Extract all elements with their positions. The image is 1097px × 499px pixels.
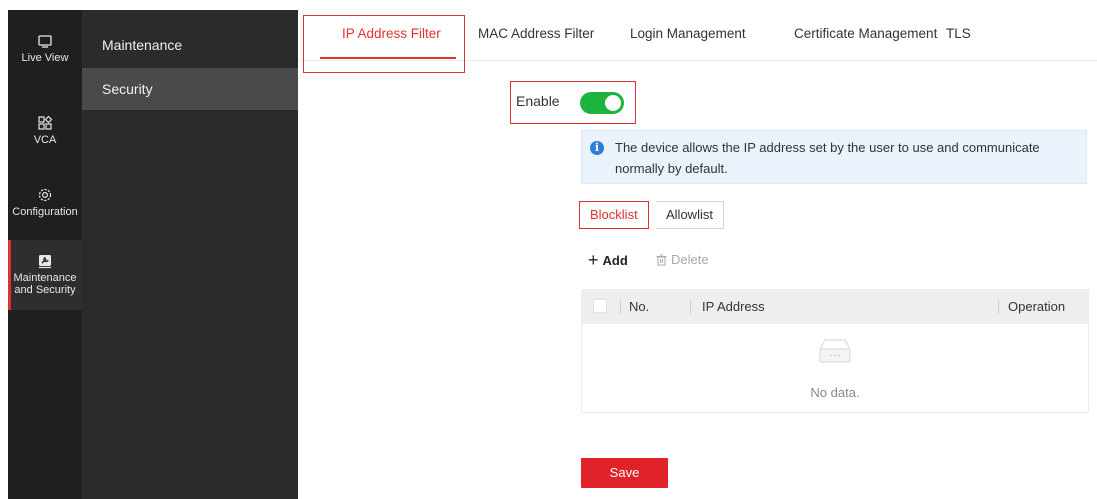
nav-maintenance-security[interactable]: Maintenance and Security <box>8 240 82 310</box>
grid-icon <box>38 115 53 130</box>
enable-toggle[interactable] <box>580 92 624 114</box>
save-button[interactable]: Save <box>581 458 668 488</box>
wrench-icon <box>39 255 51 269</box>
column-separator <box>620 300 621 314</box>
add-button[interactable]: + Add <box>588 251 628 270</box>
add-label: Add <box>602 253 628 268</box>
table-header: No. IP Address Operation <box>582 290 1088 324</box>
monitor-icon <box>38 35 52 48</box>
column-header-operation: Operation <box>1008 299 1066 314</box>
info-text-line1: The device allows the IP address set by … <box>615 140 1040 155</box>
nav-configuration[interactable]: Configuration <box>8 186 82 222</box>
tab-login-management[interactable]: Login Management <box>630 10 746 60</box>
column-separator <box>998 300 999 314</box>
main-nav-rail: Live View VCA Configuration Maintenance … <box>8 10 82 499</box>
top-bar <box>0 0 1097 10</box>
info-icon: i <box>590 141 604 155</box>
column-header-ip-address: IP Address <box>702 299 765 314</box>
tab-tls[interactable]: TLS <box>946 10 971 60</box>
enable-label: Enable <box>516 93 560 109</box>
allowlist-button[interactable]: Allowlist <box>656 201 724 229</box>
menu-item-security[interactable]: Security <box>82 68 298 110</box>
tab-ip-address-filter[interactable]: IP Address Filter <box>342 10 441 60</box>
active-tab-indicator <box>320 57 456 59</box>
secondary-menu: Maintenance Security <box>82 10 298 499</box>
tab-mac-address-filter[interactable]: MAC Address Filter <box>478 10 594 60</box>
nav-maintenance-label-1: Maintenance <box>13 272 77 284</box>
nav-vca-label: VCA <box>33 134 57 146</box>
empty-box-icon <box>819 339 851 363</box>
gear-icon <box>38 188 52 202</box>
nav-live-view-label: Live View <box>21 52 69 64</box>
nav-configuration-label: Configuration <box>12 206 78 218</box>
delete-label: Delete <box>671 252 709 267</box>
plus-icon: + <box>588 250 599 270</box>
blocklist-button[interactable]: Blocklist <box>579 201 649 229</box>
nav-vca[interactable]: VCA <box>8 114 82 150</box>
select-all-checkbox[interactable] <box>593 299 607 313</box>
info-text-line2: normally by default. <box>615 161 728 176</box>
tab-bar: IP Address Filter MAC Address Filter Log… <box>298 10 1097 61</box>
column-separator <box>690 300 691 314</box>
info-banner: i The device allows the IP address set b… <box>581 130 1087 184</box>
delete-button[interactable]: Delete <box>656 251 709 269</box>
ip-address-table: No. IP Address Operation No data. <box>581 289 1089 413</box>
empty-state-text: No data. <box>810 385 860 400</box>
column-header-no: No. <box>629 299 650 314</box>
trash-icon <box>656 254 667 266</box>
nav-live-view[interactable]: Live View <box>8 32 82 72</box>
tab-certificate-management[interactable]: Certificate Management <box>794 10 937 60</box>
menu-item-maintenance[interactable]: Maintenance <box>82 24 298 66</box>
nav-maintenance-label-2: and Security <box>14 284 76 296</box>
toggle-knob <box>605 95 621 111</box>
